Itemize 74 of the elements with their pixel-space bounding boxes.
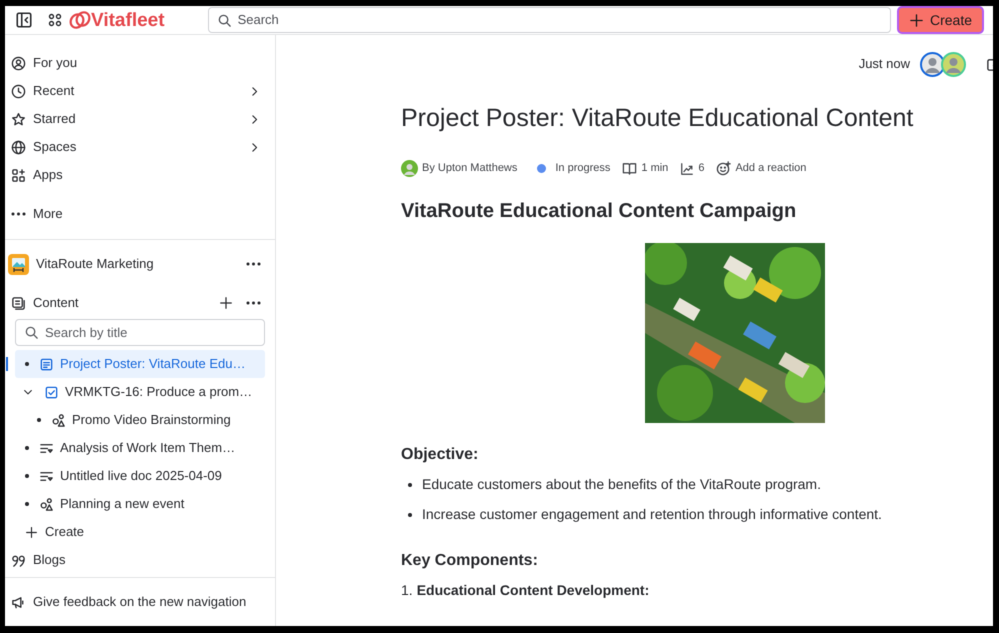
nav-item[interactable]: For you [5,49,275,77]
section-heading: VitaRoute Educational Content Campaign [401,199,798,223]
search-field[interactable]: Search [208,7,891,33]
selection-marker [6,357,8,371]
bullet-dot [25,502,29,506]
whiteboard-icon [51,412,66,428]
more-icon[interactable] [246,262,261,266]
apps-icon [11,168,26,182]
smile-icon [716,161,732,176]
list-number: 1. [401,581,413,600]
book-icon [622,161,638,176]
section-heading: Key Components: [401,551,539,570]
bullet-dot [408,482,412,487]
page-title: Project Poster: VitaRoute Educational Content [401,103,914,133]
list-item: Increase customer engagement and retention through informative content. [422,505,882,524]
tree-item[interactable]: Untitled live doc 2025-04-09 [15,462,265,490]
content-icon [11,296,26,310]
timestamp: Just now [858,55,910,74]
app-switcher-icon[interactable] [47,12,63,28]
tree-item[interactable]: Promo Video Brainstorming [15,406,265,434]
more-icon [11,212,26,216]
globe-icon [11,140,26,154]
trend-icon [680,162,694,176]
create-item[interactable]: Create [5,518,275,546]
avatar[interactable] [920,52,945,76]
page-icon [39,356,54,372]
logo-text[interactable]: Vitafleet [91,10,165,30]
space-icon [8,254,29,274]
clock-icon [11,84,26,98]
quote-icon [11,552,26,568]
bullet-dot [25,474,29,478]
more-icon[interactable] [246,301,261,305]
bullet-dot [25,362,29,366]
bullet-dot [37,418,41,422]
tree-item[interactable]: Planning a new event [15,490,265,518]
create-button[interactable]: Create [896,6,984,34]
search-icon [24,325,39,340]
search-placeholder: Search [238,11,279,30]
read-time: 1 min [641,161,668,176]
list-item: Educational Content Development: [416,581,650,600]
sidebar-toggle-icon[interactable] [15,11,33,29]
author-avatar [401,160,418,177]
reaction-button[interactable]: Add a reaction [716,160,806,177]
tree-item[interactable]: VRMKTG-16: Produce a prom… [15,378,265,406]
search-placeholder: Search by title [45,324,128,342]
megaphone-icon [11,594,26,610]
nav-item[interactable]: Apps [5,161,275,189]
list-item: Educate customers about the benefits of the VitaRoute program. [422,475,821,494]
plus-icon[interactable] [219,296,233,310]
view-count: 6 [698,161,704,176]
tree-item[interactable]: Analysis of Work Item Them… [15,434,265,462]
status-label[interactable]: In progress [555,160,610,177]
section-label: Content [33,294,80,312]
nav-item[interactable]: More [5,200,275,228]
whiteboard-icon [39,496,54,512]
avatar[interactable] [941,52,966,76]
nav-item[interactable]: Blogs [5,546,275,574]
logo-icon [69,10,91,30]
nav-item[interactable]: Starred [5,105,275,133]
plus-icon [908,12,924,28]
section-heading: Objective: [401,445,480,464]
space-name[interactable]: VitaRoute Marketing [36,254,239,274]
nav-item[interactable]: Spaces [5,133,275,161]
bullet-dot [25,446,29,450]
task-icon [44,384,59,400]
title-search-field[interactable]: Search by title [15,319,265,346]
author-name[interactable]: By Upton Matthews [422,160,518,177]
plus-icon [25,526,38,538]
feedback-link[interactable]: Give feedback on the new navigation [5,588,275,616]
bullet-dot [408,512,412,517]
person-icon [11,56,26,70]
star-icon [11,112,26,126]
nav-item[interactable]: Recent [5,77,275,105]
search-icon [216,12,232,28]
